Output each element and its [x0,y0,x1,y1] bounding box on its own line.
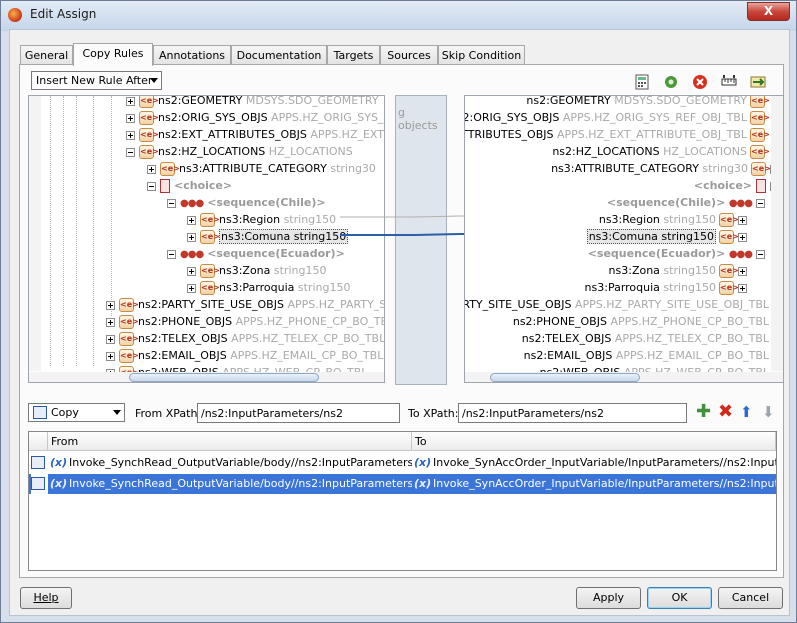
tree-node[interactable]: <e>ns2:EXT_ATTRIBUTES_OBJS APPS.HZ_EXT_A… [126,126,384,143]
move-down-icon[interactable]: ⬇ [762,405,778,421]
delete-rule-icon[interactable]: ✖ [718,403,734,421]
tree-node[interactable]: ●●● <sequence(Ecuador)> [167,245,345,262]
horizontal-scrollbar[interactable] [29,372,384,382]
tree-node[interactable]: ns3:Zona string150 <e> [609,262,751,279]
tree-node[interactable]: <e>ns2:GEOMETRY MDSYS.SDO_GEOMETRY [126,96,379,109]
gear-puzzle-icon[interactable] [663,74,679,90]
middle-label: g objects [398,106,438,132]
tree-node[interactable]: ns2:ORIG_SYS_OBJS APPS.HZ_ORIG_SYS_REF_O… [465,109,770,126]
tree-node[interactable]: ns3:ATTRIBUTE_CATEGORY string30 <e> [551,160,783,177]
tree-node-selected[interactable]: <e>ns3:Comuna string150 [187,228,349,245]
tab-sources[interactable]: Sources [380,45,438,65]
tree-node[interactable]: <choice> [694,177,783,194]
vertical-scrollbar[interactable] [771,96,783,371]
apply-button[interactable]: Apply [576,587,641,609]
tree-node[interactable]: <e>ns2:ORIG_SYS_OBJS APPS.HZ_ORIG_SYS_RE [126,109,384,126]
link-icon[interactable] [750,74,766,90]
tab-copy-rules[interactable]: Copy Rules [73,43,153,66]
tree-node[interactable]: <sequence(Chile)> ●●● [607,194,769,211]
xpath-icon: (x) [50,477,68,490]
chevron-down-icon [113,410,121,415]
tree-node[interactable]: EXT_ATTRIBUTES_OBJS APPS.HZ_EXT_ATTRIBUT… [465,126,770,143]
ruler-icon[interactable] [721,74,737,90]
target-tree[interactable]: ns2:GEOMETRY MDSYS.SDO_GEOMETRY<e> ns2:O… [464,95,784,383]
tree-node[interactable]: <choice> [147,177,232,194]
tree-node[interactable]: ns2:GEOMETRY MDSYS.SDO_GEOMETRY <e> [526,96,770,109]
tab-annotations[interactable]: Annotations [153,45,231,65]
add-rule-icon[interactable]: ✚ [696,403,712,421]
title-bar: Edit Assign X [1,1,796,29]
edit-assign-window: Edit Assign X General Copy Rules Annotat… [0,0,797,623]
choice-icon [160,179,170,193]
calculator-icon[interactable] [634,74,650,90]
from-xpath-label: From XPath: [135,407,202,420]
copy-icon [33,406,47,419]
copy-rules-table[interactable]: From To (x) Invoke_SynchRead_OutputVariab… [28,431,777,571]
operation-value: Copy [51,406,79,419]
tree-node[interactable]: ns2:HZ_LOCATIONS HZ_LOCATIONS <e> [552,143,770,160]
tree-node[interactable]: ●●● <sequence(Chile)> [167,194,326,211]
tree-node[interactable]: ns2:TELEX_OBJS APPS.HZ_TELEX_CP_BO_TBL [522,330,769,347]
from-xpath-field[interactable]: /ns2:InputParameters/ns2 [197,403,400,423]
delete-icon[interactable] [692,74,708,90]
xpath-icon: (x) [50,456,68,469]
dialog-body: General Copy Rules Annotations Documenta… [9,29,790,616]
tab-general[interactable]: General [20,45,73,65]
vertical-scrollbar[interactable] [29,96,41,371]
table-row-selected[interactable]: (x) Invoke_SynchRead_OutputVariable/body/… [29,474,776,494]
tab-skip-condition[interactable]: Skip Condition [438,45,525,65]
insert-rule-value: Insert New Rule After [36,74,153,87]
xpath-icon: (x) [414,477,432,490]
source-tree[interactable]: <e>ns2:GEOMETRY MDSYS.SDO_GEOMETRY <e>ns… [28,95,385,383]
to-xpath-field[interactable]: /ns2:InputParameters/ns2 [458,403,687,423]
tree-node[interactable]: <e>ns3:Parroquia string150 [187,279,350,296]
window-title: Edit Assign [30,7,97,21]
tree-node[interactable]: <e>ns2:EMAIL_OBJS APPS.HZ_EMAIL_CP_BO_TB… [106,347,383,364]
tree-node-selected[interactable]: ns3:Comuna string150 <e> [586,228,751,245]
to-xpath-label: To XPath: [408,407,459,420]
chevron-down-icon [150,78,158,83]
column-header-to[interactable]: To [412,432,776,451]
copy-icon [31,456,45,469]
table-corner [29,432,48,451]
tree-node[interactable]: <e>ns3:ATTRIBUTE_CATEGORY string30 [147,160,376,177]
tree-node[interactable]: <e>ns2:HZ_LOCATIONS HZ_LOCATIONS [126,143,353,160]
horizontal-scrollbar[interactable] [465,372,783,382]
column-header-from[interactable]: From [48,432,412,451]
tree-node[interactable]: 2:PARTY_SITE_USE_OBJS APPS.HZ_PARTY_SITE… [465,296,769,313]
tree-node[interactable]: <sequence(Ecuador)> ●●● [588,245,769,262]
tab-documentation[interactable]: Documentation [231,45,327,65]
xpath-icon: (x) [414,456,432,469]
tab-targets[interactable]: Targets [327,45,380,65]
copy-icon [31,477,45,490]
tree-node[interactable]: <e>ns2:PARTY_SITE_USE_OBJS APPS.HZ_PARTY… [106,296,384,313]
move-up-icon[interactable]: ⬆ [740,405,756,421]
insert-rule-dropdown[interactable]: Insert New Rule After [31,71,162,90]
tree-node[interactable]: ns3:Parroquia string150 <e> [585,279,751,296]
tree-node[interactable]: ns2:EMAIL_OBJS APPS.HZ_EMAIL_CP_BO_TBL [524,347,769,364]
tree-node[interactable]: <e>ns3:Zona string150 [187,262,326,279]
tree-node[interactable]: ns3:Region string150 <e> [599,211,751,228]
table-row[interactable]: (x) Invoke_SynchRead_OutputVariable/body/… [29,453,776,473]
copy-rules-panel: Insert New Rule After <e>ns2:GEOMETRY MD… [19,64,784,578]
tree-node[interactable]: <e>ns3:Region string150 [187,211,336,228]
app-icon [8,8,22,22]
cancel-button[interactable]: Cancel [718,587,783,609]
tree-node[interactable]: <e>ns2:PHONE_OBJS APPS.HZ_PHONE_CP_BO_TB… [106,313,384,330]
ok-button[interactable]: OK [647,587,712,609]
operation-dropdown[interactable]: Copy [28,403,125,422]
help-button[interactable]: Help [20,587,72,609]
tree-node[interactable]: <e>ns2:TELEX_OBJS APPS.HZ_TELEX_CP_BO_TB… [106,330,384,347]
tree-node[interactable]: ns2:PHONE_OBJS APPS.HZ_PHONE_CP_BO_TBL [513,313,769,330]
close-window-button[interactable]: X [747,2,790,21]
